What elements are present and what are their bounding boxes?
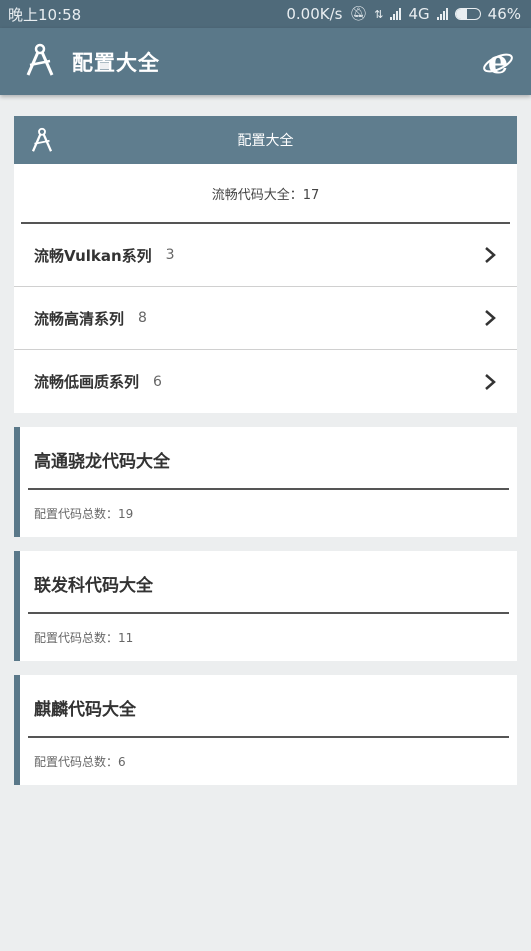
summary-total: 流畅代码大全：17	[21, 164, 510, 224]
divider	[28, 488, 509, 490]
chevron-right-icon	[485, 310, 496, 326]
series-name: 流畅低画质系列	[34, 373, 140, 391]
summary-card-header: 配置大全	[14, 116, 517, 164]
series-item-low[interactable]: 流畅低画质系列 6	[14, 350, 517, 413]
group-count: 配置代码总数：11	[34, 631, 134, 645]
status-time: 晚上10:58	[8, 5, 82, 24]
network-speed: 0.00K/s	[286, 5, 343, 23]
data-transfer-icon: ⇅	[374, 7, 384, 21]
summary-card: 流畅代码大全：17 流畅Vulkan系列 3 流畅高清系列 8 流畅低画质系列 …	[14, 164, 517, 413]
series-count: 6	[153, 373, 162, 390]
chevron-right-icon	[485, 247, 496, 263]
series-count: 8	[138, 310, 147, 326]
compass-icon	[24, 43, 56, 81]
divider	[28, 736, 509, 738]
series-item-vulkan[interactable]: 流畅Vulkan系列 3	[14, 224, 517, 287]
app-bar: 配置大全 e	[0, 28, 531, 95]
group-count: 配置代码总数：6	[34, 755, 126, 769]
status-indicators: 0.00K/s 🔕︎ ⇅ 4G 46%	[286, 5, 521, 23]
group-title: 麒麟代码大全	[34, 700, 136, 720]
signal-icon	[390, 8, 402, 20]
app-title: 配置大全	[72, 50, 160, 75]
summary-card-title: 配置大全	[237, 133, 294, 149]
group-count: 配置代码总数：19	[34, 507, 134, 521]
compass-icon	[30, 127, 54, 157]
series-name: 流畅Vulkan系列	[34, 246, 152, 265]
status-bar: 晚上10:58 0.00K/s 🔕︎ ⇅ 4G 46%	[0, 0, 531, 28]
ie-browser-icon[interactable]: e	[481, 45, 515, 79]
wifi-signal-icon	[436, 8, 448, 20]
group-card-kirin[interactable]: 麒麟代码大全 配置代码总数：6	[14, 675, 517, 785]
svg-text:e: e	[488, 46, 508, 78]
group-title: 高通骁龙代码大全	[34, 452, 170, 472]
mute-icon: 🔕︎	[349, 6, 368, 22]
battery-percent: 46%	[487, 5, 521, 23]
main-content: 配置大全 流畅代码大全：17 流畅Vulkan系列 3 流畅高清系列 8 流畅低…	[0, 95, 531, 785]
chevron-right-icon	[485, 373, 496, 390]
series-name: 流畅高清系列	[34, 309, 125, 328]
divider	[28, 612, 509, 614]
group-card-mediatek[interactable]: 联发科代码大全 配置代码总数：11	[14, 551, 517, 661]
series-count: 3	[165, 247, 175, 263]
group-title: 联发科代码大全	[34, 576, 153, 596]
series-item-hd[interactable]: 流畅高清系列 8	[14, 287, 517, 350]
battery-icon	[454, 8, 481, 20]
group-card-qualcomm[interactable]: 高通骁龙代码大全 配置代码总数：19	[14, 427, 517, 537]
network-type: 4G	[408, 5, 430, 23]
